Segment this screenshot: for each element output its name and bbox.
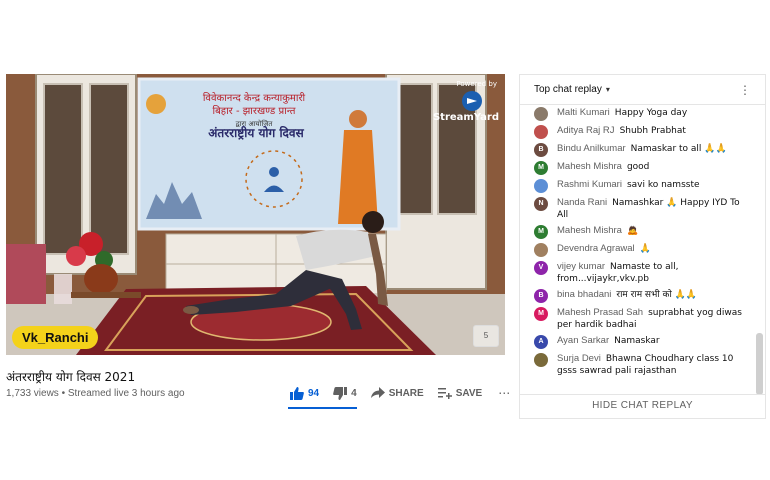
- chat-message-body: Surja Devi Bhawna Choudhary class 10 gsss…: [557, 353, 750, 377]
- avatar[interactable]: M: [534, 225, 548, 239]
- chat-message-list: Malti Kumari Happy Yoga day Aditya Raj RJ S…: [520, 105, 750, 399]
- chat-message-text: Namaskar to all 🙏🙏: [630, 144, 727, 154]
- chat-mode-dropdown[interactable]: Top chat replay ▾: [534, 84, 610, 95]
- channel-watermark-icon: 5: [473, 325, 499, 347]
- chat-message-body: Bindu Anilkumar Namaskar to all 🙏🙏: [557, 143, 750, 157]
- chat-message-text: 🙏: [639, 244, 651, 254]
- chat-author-name[interactable]: Bindu Anilkumar: [557, 143, 626, 154]
- chat-message: Vvijey kumar Namaste to all, from...vijay…: [520, 259, 750, 287]
- chat-message-body: Mahesh Mishra 🙇: [557, 225, 750, 239]
- share-button[interactable]: SHARE: [370, 387, 424, 399]
- avatar[interactable]: [534, 125, 548, 139]
- presenter-name-tag: Vk_Ranchi: [12, 326, 99, 349]
- chat-scrollbar-thumb[interactable]: [756, 333, 763, 395]
- hide-chat-replay-button[interactable]: HIDE CHAT REPLAY: [520, 394, 765, 418]
- chat-message: A Ayan Sarkar Namaskar: [520, 333, 750, 351]
- streamyard-logo-icon: [462, 91, 482, 111]
- chat-message: Bbina bhadani राम राम सभी को 🙏🙏: [520, 287, 750, 305]
- chat-author-name[interactable]: Mahesh Mishra: [557, 225, 622, 236]
- chat-message: N Nanda Rani Namashkar 🙏 Happy IYD To All: [520, 195, 750, 223]
- chat-message-text: 🙇: [626, 226, 639, 236]
- chat-author-name[interactable]: Nanda Rani: [557, 197, 607, 208]
- save-label: SAVE: [455, 387, 483, 399]
- chat-author-name[interactable]: Devendra Agrawal: [557, 243, 635, 254]
- chat-message-text: savi ko namsste: [626, 180, 700, 190]
- share-icon: [370, 387, 385, 398]
- avatar[interactable]: N: [534, 197, 548, 211]
- chat-message-text: राम राम सभी को 🙏🙏: [616, 290, 698, 300]
- chat-menu-icon[interactable]: ⋮: [739, 83, 751, 97]
- share-label: SHARE: [388, 387, 424, 399]
- chat-author-name[interactable]: Aditya Raj RJ: [557, 125, 615, 136]
- chat-message-body: Mahesh Mishra good: [557, 161, 750, 175]
- chat-author-name[interactable]: Malti Kumari: [557, 107, 610, 118]
- like-ratio-bar: [288, 407, 357, 409]
- more-actions-icon[interactable]: ⋯: [498, 386, 511, 400]
- chat-message: M Mahesh Mishra good: [520, 159, 750, 177]
- chat-author-name[interactable]: Ayan Sarkar: [557, 335, 609, 346]
- banner-title-text: अंतरराष्ट्रीय योग दिवस: [208, 126, 304, 140]
- dislike-button[interactable]: 4: [333, 386, 357, 400]
- chat-message: Aditya Raj RJ Shubh Prabhat: [520, 123, 750, 141]
- avatar[interactable]: [534, 353, 548, 367]
- powered-by-label: Powered by: [456, 80, 497, 88]
- avatar[interactable]: [534, 243, 548, 257]
- like-count: 94: [308, 387, 320, 399]
- like-button[interactable]: 94: [290, 386, 320, 400]
- avatar[interactable]: B: [534, 289, 548, 303]
- chat-message: Surja Devi Bhawna Choudhary class 10 gsss…: [520, 351, 750, 379]
- chat-author-name[interactable]: Mahesh Prasad Sah: [557, 307, 643, 318]
- save-button[interactable]: SAVE: [437, 387, 483, 399]
- chat-author-name[interactable]: bina bhadani: [557, 289, 611, 300]
- chat-mode-label: Top chat replay: [534, 84, 602, 95]
- chat-message-body: Devendra Agrawal 🙏: [557, 243, 750, 257]
- chat-message-text: Shubh Prabhat: [619, 126, 686, 136]
- chat-message-body: vijey kumar Namaste to all, from...vijayk…: [557, 261, 750, 285]
- chat-message-body: Aditya Raj RJ Shubh Prabhat: [557, 125, 750, 139]
- avatar[interactable]: [534, 107, 548, 121]
- chat-message: Malti Kumari Happy Yoga day: [520, 105, 750, 123]
- thumbs-down-icon: [333, 386, 348, 400]
- chat-message-body: bina bhadani राम राम सभी को 🙏🙏: [557, 289, 750, 303]
- chat-message: M Mahesh Mishra 🙇: [520, 223, 750, 241]
- chat-message-body: Rashmi Kumari savi ko namsste: [557, 179, 750, 193]
- chat-message: M Mahesh Prasad Sah suprabhat yog diwas pe…: [520, 305, 750, 333]
- chat-message-body: Ayan Sarkar Namaskar: [557, 335, 750, 349]
- chat-message: B Bindu Anilkumar Namaskar to all 🙏🙏: [520, 141, 750, 159]
- avatar[interactable]: B: [534, 143, 548, 157]
- dislike-count: 4: [351, 387, 357, 399]
- avatar[interactable]: V: [534, 261, 548, 275]
- chat-message-body: Malti Kumari Happy Yoga day: [557, 107, 750, 121]
- caret-down-icon: ▾: [605, 85, 610, 94]
- video-title: अंतरराष्ट्रीय योग दिवस 2021: [6, 370, 136, 384]
- chat-author-name[interactable]: Surja Devi: [557, 353, 601, 364]
- avatar[interactable]: [534, 179, 548, 193]
- chat-message-text: good: [626, 162, 650, 172]
- chat-message-text: Happy Yoga day: [614, 108, 688, 118]
- chat-message-body: Nanda Rani Namashkar 🙏 Happy IYD To All: [557, 197, 750, 221]
- chat-message: Rashmi Kumari savi ko namsste: [520, 177, 750, 195]
- chat-header: Top chat replay ▾ ⋮: [520, 75, 765, 105]
- chat-message-text: Namaskar: [614, 336, 660, 346]
- chat-author-name[interactable]: vijey kumar: [557, 261, 605, 272]
- add-to-playlist-icon: [437, 388, 452, 399]
- avatar[interactable]: M: [534, 161, 548, 175]
- chat-replay-panel: Top chat replay ▾ ⋮ Malti Kumari Happy Yog…: [519, 74, 766, 419]
- avatar[interactable]: A: [534, 335, 548, 349]
- chat-author-name[interactable]: Mahesh Mishra: [557, 161, 622, 172]
- video-actions: 94 4 SHARE SAVE ⋯: [290, 386, 511, 400]
- chat-message: Devendra Agrawal 🙏: [520, 241, 750, 259]
- chat-message-body: Mahesh Prasad Sah suprabhat yog diwas per…: [557, 307, 750, 331]
- chat-author-name[interactable]: Rashmi Kumari: [557, 179, 622, 190]
- video-meta: 1,733 views • Streamed live 3 hours ago: [6, 388, 185, 399]
- thumbs-up-icon: [290, 386, 304, 400]
- video-player[interactable]: विवेकानन्द केन्द्र कन्याकुमारी बिहार - झ…: [6, 74, 505, 355]
- avatar[interactable]: M: [534, 307, 548, 321]
- streamyard-watermark: StreamYard: [432, 112, 499, 123]
